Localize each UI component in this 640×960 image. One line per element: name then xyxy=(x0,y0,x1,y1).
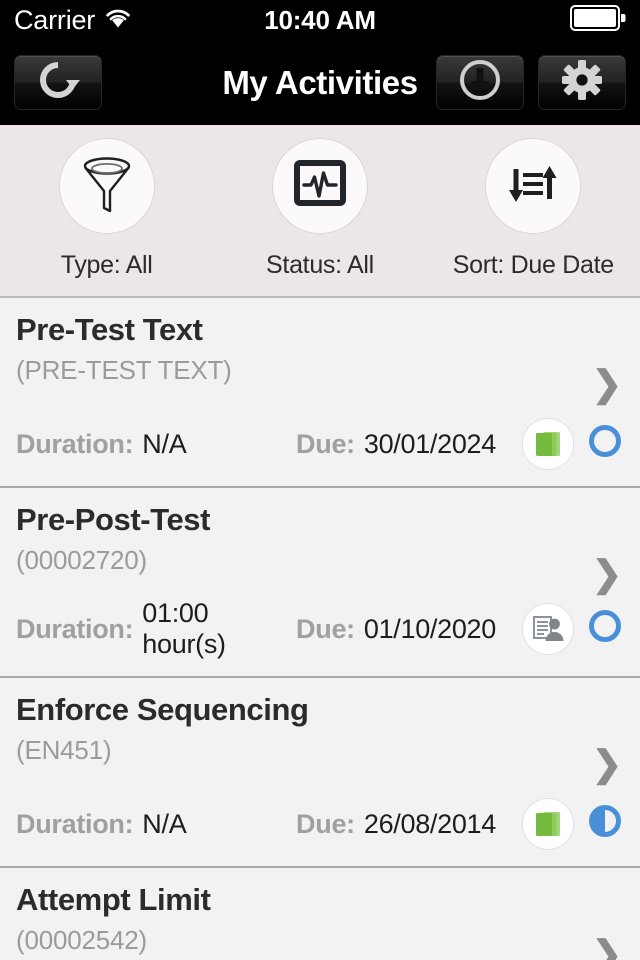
due-value: 01/10/2020 xyxy=(363,613,496,644)
status-bar-left: Carrier xyxy=(14,5,132,36)
filter-status[interactable]: Status: All xyxy=(213,138,426,280)
activity-title: Pre-Post-Test xyxy=(16,502,211,537)
due-group: Due: 01/10/2020 xyxy=(296,614,496,645)
monitor-pulse-icon xyxy=(293,157,347,216)
table-row[interactable]: Attempt Limit (00002542) ❯ xyxy=(0,868,640,960)
duration-label: Duration: xyxy=(16,613,134,644)
filter-bar: Type: All Status: All Sort: Due Date xyxy=(0,125,640,298)
progress-half-icon xyxy=(586,802,624,847)
activity-title: Pre-Test Text xyxy=(16,312,203,347)
refresh-icon xyxy=(36,58,80,107)
navigation-bar: My Activities xyxy=(0,40,640,125)
filter-status-circle[interactable] xyxy=(271,138,368,234)
activity-code: (00002542) xyxy=(16,924,147,955)
activity-code: (PRE-TEST TEXT) xyxy=(16,354,232,385)
due-label: Due: xyxy=(296,808,355,839)
activity-code: (EN451) xyxy=(16,734,112,765)
activity-status-icons xyxy=(522,798,624,850)
status-bar: Carrier 10:40 AM xyxy=(0,0,640,40)
settings-button[interactable] xyxy=(538,55,626,110)
activity-title: Attempt Limit xyxy=(16,882,211,917)
table-row[interactable]: Pre-Post-Test (00002720) ❯ Duration: 01:… xyxy=(0,488,640,678)
download-icon xyxy=(459,59,501,106)
table-row[interactable]: Pre-Test Text (PRE-TEST TEXT) ❯ Duration… xyxy=(0,298,640,488)
filter-status-label: Status: All xyxy=(266,251,374,279)
filter-type-label: Type: All xyxy=(60,251,153,279)
refresh-button[interactable] xyxy=(14,55,102,110)
books-icon xyxy=(522,798,574,850)
activities-list: Pre-Test Text (PRE-TEST TEXT) ❯ Duration… xyxy=(0,298,640,960)
activity-code: (00002720) xyxy=(16,544,147,575)
funnel-icon xyxy=(80,155,134,218)
books-icon xyxy=(522,418,574,470)
navigation-right-buttons xyxy=(436,55,626,110)
due-value: 30/01/2024 xyxy=(363,428,496,459)
duration-label: Duration: xyxy=(16,808,134,839)
wifi-icon xyxy=(104,7,132,33)
battery-full-icon xyxy=(570,4,626,36)
activity-title: Enforce Sequencing xyxy=(16,692,309,727)
activity-meta: Duration: N/A Due: 30/01/2024 xyxy=(16,418,624,470)
filter-sort-circle[interactable] xyxy=(485,138,582,234)
due-label: Due: xyxy=(296,613,355,644)
filter-sort[interactable]: Sort: Due Date xyxy=(427,138,640,280)
table-row[interactable]: Enforce Sequencing (EN451) ❯ Duration: N… xyxy=(0,678,640,868)
progress-empty-icon xyxy=(586,607,624,652)
due-group: Due: 30/01/2024 xyxy=(296,429,496,460)
activity-status-icons xyxy=(522,418,624,470)
chevron-right-icon[interactable]: ❯ xyxy=(592,366,622,402)
carrier-label: Carrier xyxy=(14,4,96,35)
activity-meta: Duration: N/A Due: 26/08/2014 xyxy=(16,798,624,850)
due-label: Due: xyxy=(296,428,355,459)
duration-value: N/A xyxy=(142,808,187,839)
duration-value: 01:00 hour(s) xyxy=(142,598,226,659)
due-group: Due: 26/08/2014 xyxy=(296,809,496,840)
filter-sort-label: Sort: Due Date xyxy=(452,251,614,279)
status-bar-right xyxy=(570,4,626,36)
filter-type[interactable]: Type: All xyxy=(0,138,213,280)
filter-type-circle[interactable] xyxy=(58,138,155,234)
download-button[interactable] xyxy=(436,55,524,110)
activity-status-icons xyxy=(522,603,624,655)
activity-meta: Duration: 01:00 hour(s) Due: 01/10/2020 xyxy=(16,598,624,660)
instructor-led-icon xyxy=(522,603,574,655)
gear-icon xyxy=(560,58,604,107)
chevron-right-icon[interactable]: ❯ xyxy=(592,556,622,592)
chevron-right-icon[interactable]: ❯ xyxy=(592,746,622,782)
sort-arrows-icon xyxy=(505,157,561,216)
chevron-right-icon[interactable]: ❯ xyxy=(592,936,622,960)
duration-label: Duration: xyxy=(16,428,134,459)
progress-empty-icon xyxy=(586,422,624,467)
due-value: 26/08/2014 xyxy=(363,808,496,839)
duration-value: N/A xyxy=(142,428,187,459)
